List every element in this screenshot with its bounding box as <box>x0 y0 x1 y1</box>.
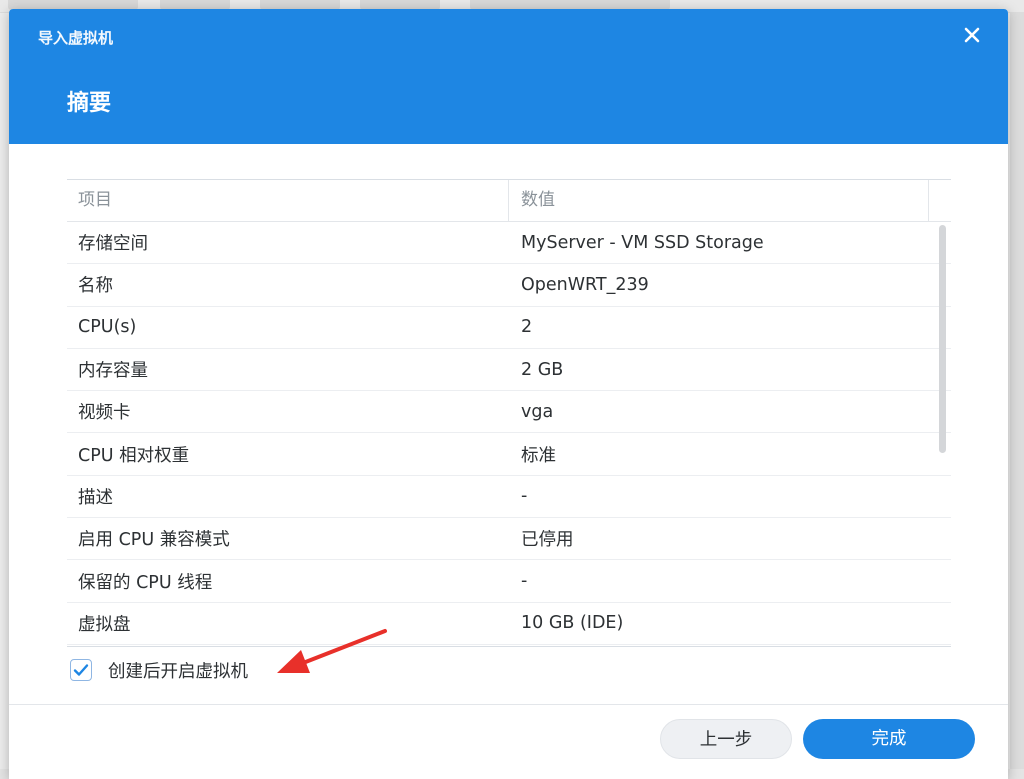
table-row[interactable]: 描述 - <box>67 476 951 519</box>
row-item-cell: 存储空间 <box>78 234 148 255</box>
background-app-panel <box>1010 12 1024 779</box>
row-value-cell: MyServer - VM SSD Storage <box>521 232 764 253</box>
row-value-cell: OpenWRT_239 <box>521 274 649 295</box>
checkmark-icon <box>73 664 89 676</box>
row-value-cell: 10 GB (IDE) <box>521 613 624 634</box>
table-row[interactable]: 视频卡 vga <box>67 391 951 434</box>
back-button[interactable]: 上一步 <box>660 719 792 759</box>
row-value-cell: vga <box>521 401 554 422</box>
row-item-cell: CPU 相对权重 <box>78 445 190 466</box>
step-title: 摘要 <box>67 91 112 116</box>
start-after-create-checkbox[interactable] <box>70 659 92 681</box>
window-title: 导入虚拟机 <box>38 29 114 47</box>
table-row[interactable]: 内存容量 2 GB <box>67 349 951 392</box>
import-vm-dialog: 导入虚拟机 摘要 项目 数值 存储空间 MyServer - VM SSD Sto… <box>9 9 1008 779</box>
row-item-cell: CPU(s) <box>78 317 137 338</box>
table-row[interactable]: 存储空间 MyServer - VM SSD Storage <box>67 222 951 265</box>
table-header: 项目 数值 <box>67 180 951 222</box>
table-row[interactable]: 名称 OpenWRT_239 <box>67 264 951 307</box>
row-item-cell: 保留的 CPU 线程 <box>78 572 213 593</box>
row-value-cell: - <box>521 486 528 507</box>
row-item-cell: 启用 CPU 兼容模式 <box>78 530 230 551</box>
row-item-cell: 名称 <box>78 276 113 297</box>
dialog-header: 导入虚拟机 摘要 <box>9 9 1008 144</box>
row-item-cell: 内存容量 <box>78 361 148 382</box>
row-value-cell: 标准 <box>521 445 556 466</box>
footer-divider <box>9 704 1008 705</box>
column-header-item[interactable]: 项目 <box>67 180 509 221</box>
summary-table[interactable]: 项目 数值 存储空间 MyServer - VM SSD Storage 名称 Ope… <box>67 179 951 647</box>
annotation-arrow-icon <box>277 629 387 673</box>
row-value-cell: 2 GB <box>521 359 564 380</box>
row-item-cell: 视频卡 <box>78 403 131 424</box>
close-button[interactable] <box>960 23 984 47</box>
table-scrollbar[interactable] <box>939 225 946 453</box>
row-value-cell: - <box>521 571 528 592</box>
table-row[interactable]: 虚拟盘 10 GB (IDE) <box>67 603 951 645</box>
table-row[interactable]: 启用 CPU 兼容模式 已停用 <box>67 518 951 561</box>
finish-button[interactable]: 完成 <box>803 719 975 759</box>
column-header-value[interactable]: 数值 <box>509 180 929 221</box>
row-value-cell: 2 <box>521 317 533 338</box>
start-after-create-label: 创建后开启虚拟机 <box>108 661 248 682</box>
close-icon <box>964 27 980 43</box>
table-row[interactable]: 保留的 CPU 线程 - <box>67 560 951 603</box>
row-item-cell: 描述 <box>78 487 113 508</box>
row-value-cell: 已停用 <box>521 530 574 551</box>
table-row[interactable]: CPU(s) 2 <box>67 307 951 349</box>
table-row[interactable]: CPU 相对权重 标准 <box>67 433 951 476</box>
start-after-create-option[interactable]: 创建后开启虚拟机 <box>70 657 248 683</box>
